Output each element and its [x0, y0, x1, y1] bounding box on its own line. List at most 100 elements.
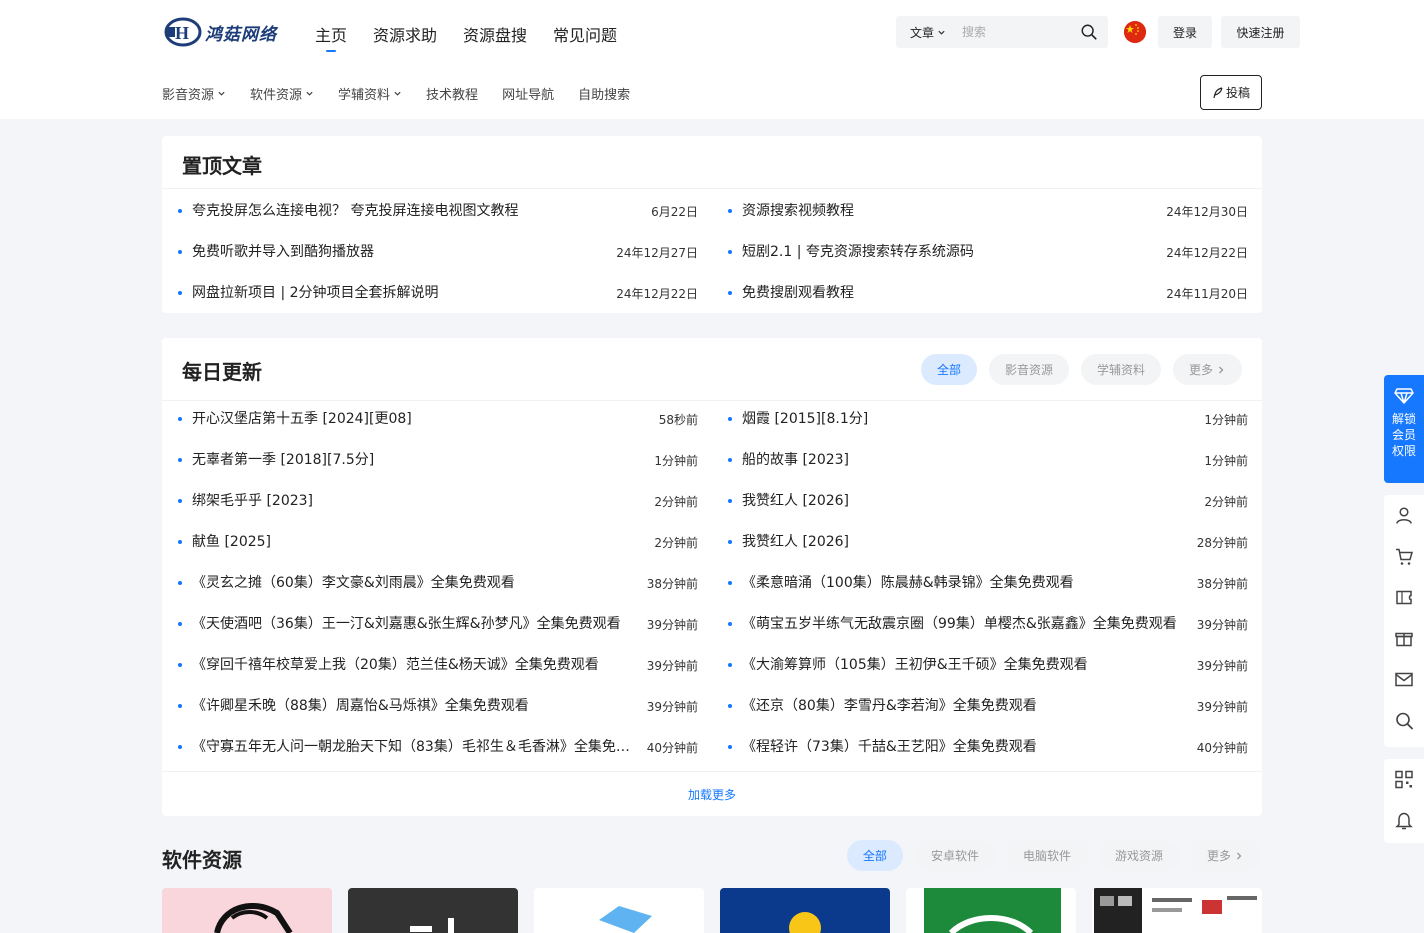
nav-faq[interactable]: 常见问题	[553, 22, 617, 48]
subnav-media[interactable]: 影音资源	[162, 84, 226, 103]
list-item[interactable]: 网盘拉新项目 | 2分钟项目全套拆解说明 24年12月22日	[178, 276, 698, 317]
item-title[interactable]: 绑架毛乎乎 [2023]	[192, 490, 313, 510]
item-title[interactable]: 献鱼 [2025]	[192, 531, 271, 551]
software-thumbnail[interactable]	[906, 888, 1076, 933]
list-item[interactable]: 《萌宝五岁半练气无敌震京圈（99集）单樱杰&张嘉鑫》全集免费观看 39分钟前	[728, 607, 1248, 648]
nav-home[interactable]: 主页	[315, 22, 347, 52]
item-title[interactable]: 免费听歌并导入到酷狗播放器	[192, 241, 374, 261]
post-label: 投稿	[1225, 86, 1250, 100]
list-item[interactable]: 无辜者第一季 [2018][7.5分] 1分钟前	[178, 443, 698, 484]
tab-more[interactable]: 更多	[1190, 840, 1260, 871]
gift-icon[interactable]	[1394, 628, 1414, 649]
bell-icon[interactable]	[1394, 810, 1414, 831]
item-title[interactable]: 资源搜索视频教程	[742, 200, 854, 220]
item-title[interactable]: 开心汉堡店第十五季 [2024][更08]	[192, 408, 412, 428]
list-item[interactable]: 《许卿星禾晚（88集）周嘉怡&马烁祺》全集免费观看 39分钟前	[178, 689, 698, 730]
list-item[interactable]: 《程轻许（73集）千喆&王艺阳》全集免费观看 40分钟前	[728, 730, 1248, 771]
item-title[interactable]: 我赞红人 [2026]	[742, 531, 849, 551]
item-title[interactable]: 我赞红人 [2026]	[742, 490, 849, 510]
site-logo[interactable]: H 鸿菇网络	[163, 16, 277, 48]
float-toolbar-secondary	[1384, 759, 1424, 843]
list-item[interactable]: 开心汉堡店第十五季 [2024][更08] 58秒前	[178, 402, 698, 443]
item-title[interactable]: 《还京（80集）李雪丹&李若洵》全集免费观看	[742, 695, 1037, 715]
tab-study[interactable]: 学辅资料	[1080, 354, 1161, 385]
list-item[interactable]: 《柔意暗涌（100集）陈晨赫&韩录锦》全集免费观看 38分钟前	[728, 566, 1248, 607]
subnav-tutorial[interactable]: 技术教程	[426, 84, 478, 103]
item-title[interactable]: 《灵玄之摊（60集）李文豪&刘雨晨》全集免费观看	[192, 572, 515, 592]
software-thumbnail[interactable]	[534, 888, 704, 933]
list-item[interactable]: 船的故事 [2023] 1分钟前	[728, 443, 1248, 484]
tab-all[interactable]: 全部	[846, 840, 903, 871]
item-date: 24年12月30日	[1166, 205, 1248, 219]
item-date: 2分钟前	[654, 536, 698, 550]
pinned-right-list: 资源搜索视频教程 24年12月30日 短剧2.1 | 夸克资源搜索转存系统源码 24…	[728, 194, 1248, 317]
subnav-nav-sites[interactable]: 网址导航	[502, 84, 554, 103]
item-date: 1分钟前	[1204, 413, 1248, 427]
load-more-button[interactable]: 加载更多	[162, 771, 1262, 816]
item-title[interactable]: 《守寡五年无人问一朝龙胎天下知（83集）毛祁生＆毛香淋》全集免费观看	[192, 736, 632, 756]
list-item[interactable]: 《守寡五年无人问一朝龙胎天下知（83集）毛祁生＆毛香淋》全集免费观看 40分钟前	[178, 730, 698, 771]
item-title[interactable]: 船的故事 [2023]	[742, 449, 849, 469]
tab-media[interactable]: 影音资源	[988, 354, 1069, 385]
list-item[interactable]: 短剧2.1 | 夸克资源搜索转存系统源码 24年12月22日	[728, 235, 1248, 276]
item-title[interactable]: 《大渝筹算师（105集）王初伊&王千硕》全集免费观看	[742, 654, 1088, 674]
list-item[interactable]: 烟霞 [2015][8.1分] 1分钟前	[728, 402, 1248, 443]
tab-more[interactable]: 更多	[1172, 354, 1242, 385]
list-item[interactable]: 《大渝筹算师（105集）王初伊&王千硕》全集免费观看 39分钟前	[728, 648, 1248, 689]
item-date: 24年12月27日	[616, 246, 698, 260]
item-title[interactable]: 《萌宝五岁半练气无敌震京圈（99集）单樱杰&张嘉鑫》全集免费观看	[742, 613, 1177, 633]
search-type-select[interactable]: 文章	[896, 24, 962, 41]
unlock-vip-button[interactable]: 解锁会员权限	[1384, 375, 1424, 483]
item-title[interactable]: 《天使酒吧（36集）王一汀&刘嘉惠&张生辉&孙梦凡》全集免费观看	[192, 613, 621, 633]
item-title[interactable]: 《柔意暗涌（100集）陈晨赫&韩录锦》全集免费观看	[742, 572, 1074, 592]
subnav-software[interactable]: 软件资源	[250, 84, 314, 103]
cart-icon[interactable]	[1394, 546, 1414, 567]
list-item[interactable]: 我赞红人 [2026] 28分钟前	[728, 525, 1248, 566]
software-thumbnail[interactable]	[720, 888, 890, 933]
item-title[interactable]: 无辜者第一季 [2018][7.5分]	[192, 449, 374, 469]
sub-nav: 影音资源 软件资源 学辅资料 技术教程 网址导航 自助搜索	[162, 84, 654, 103]
subnav-self-search[interactable]: 自助搜索	[578, 84, 630, 103]
login-button[interactable]: 登录	[1158, 16, 1212, 48]
list-item[interactable]: 免费搜剧观看教程 24年11月20日	[728, 276, 1248, 317]
mail-icon[interactable]	[1394, 669, 1414, 690]
search-icon[interactable]	[1394, 710, 1414, 731]
china-flag-icon[interactable]	[1124, 21, 1146, 43]
search-input[interactable]	[962, 25, 1072, 39]
list-item[interactable]: 我赞红人 [2026] 2分钟前	[728, 484, 1248, 525]
qrcode-icon[interactable]	[1394, 769, 1414, 790]
item-title[interactable]: 夸克投屏怎么连接电视？ 夸克投屏连接电视图文教程	[192, 200, 518, 220]
item-title[interactable]: 免费搜剧观看教程	[742, 282, 854, 302]
list-item[interactable]: 资源搜索视频教程 24年12月30日	[728, 194, 1248, 235]
ticket-icon[interactable]	[1394, 587, 1414, 608]
item-title[interactable]: 《许卿星禾晚（88集）周嘉怡&马烁祺》全集免费观看	[192, 695, 529, 715]
software-thumbnail[interactable]	[348, 888, 518, 933]
nav-disk-search[interactable]: 资源盘搜	[463, 22, 527, 48]
subnav-study[interactable]: 学辅资料	[338, 84, 402, 103]
item-title[interactable]: 网盘拉新项目 | 2分钟项目全套拆解说明	[192, 282, 439, 302]
list-item[interactable]: 《还京（80集）李雪丹&李若洵》全集免费观看 39分钟前	[728, 689, 1248, 730]
nav-resource-help[interactable]: 资源求助	[373, 22, 437, 48]
software-thumbnail[interactable]	[162, 888, 332, 933]
search-icon[interactable]	[1080, 23, 1098, 41]
list-item[interactable]: 献鱼 [2025] 2分钟前	[178, 525, 698, 566]
item-title[interactable]: 《程轻许（73集）千喆&王艺阳》全集免费观看	[742, 736, 1037, 756]
list-item[interactable]: 免费听歌并导入到酷狗播放器 24年12月27日	[178, 235, 698, 276]
tab-all[interactable]: 全部	[920, 354, 977, 385]
list-item[interactable]: 绑架毛乎乎 [2023] 2分钟前	[178, 484, 698, 525]
tab-android[interactable]: 安卓软件	[914, 840, 995, 871]
tab-pc[interactable]: 电脑软件	[1006, 840, 1087, 871]
item-title[interactable]: 《穿回千禧年校草爱上我（20集）范兰佳&杨天诚》全集免费观看	[192, 654, 599, 674]
item-title[interactable]: 烟霞 [2015][8.1分]	[742, 408, 868, 428]
chevron-down-icon	[938, 30, 945, 35]
list-item[interactable]: 夸克投屏怎么连接电视？ 夸克投屏连接电视图文教程 6月22日	[178, 194, 698, 235]
tab-games[interactable]: 游戏资源	[1098, 840, 1179, 871]
list-item[interactable]: 《天使酒吧（36集）王一汀&刘嘉惠&张生辉&孙梦凡》全集免费观看 39分钟前	[178, 607, 698, 648]
list-item[interactable]: 《灵玄之摊（60集）李文豪&刘雨晨》全集免费观看 38分钟前	[178, 566, 698, 607]
list-item[interactable]: 《穿回千禧年校草爱上我（20集）范兰佳&杨天诚》全集免费观看 39分钟前	[178, 648, 698, 689]
register-button[interactable]: 快速注册	[1221, 16, 1300, 48]
post-button[interactable]: 投稿	[1200, 75, 1262, 110]
software-thumbnail[interactable]	[1092, 888, 1262, 933]
item-title[interactable]: 短剧2.1 | 夸克资源搜索转存系统源码	[742, 241, 974, 261]
user-icon[interactable]	[1394, 505, 1414, 526]
